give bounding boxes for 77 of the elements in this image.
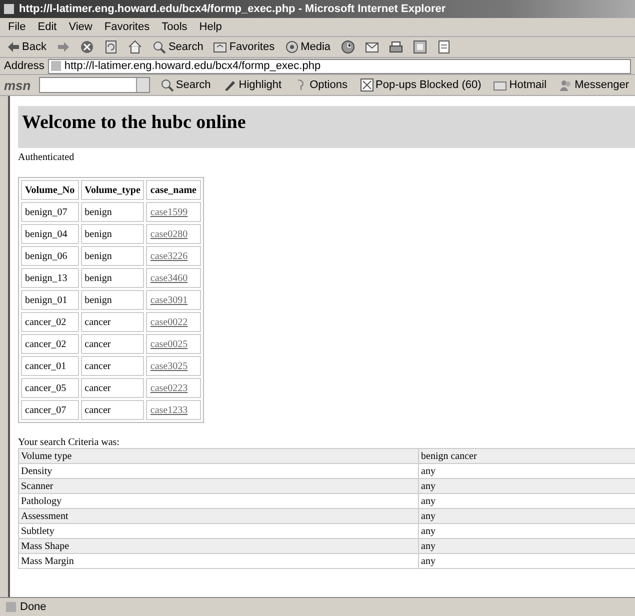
- table-cell: benign_04: [21, 224, 79, 244]
- criteria-value: any: [418, 478, 635, 494]
- status-text: Done: [20, 601, 46, 613]
- back-icon: [6, 40, 20, 54]
- menu-item[interactable]: File: [8, 21, 26, 33]
- menu-item[interactable]: Favorites: [104, 21, 150, 33]
- table-cell: cancer: [80, 334, 144, 354]
- table-cell: cancer: [80, 400, 144, 420]
- table-cell: benign: [80, 268, 144, 288]
- table-cell: cancer_02: [21, 312, 79, 332]
- table-cell: benign_07: [21, 202, 79, 222]
- msn-search-field[interactable]: [38, 77, 150, 93]
- menu-item[interactable]: Help: [199, 21, 222, 33]
- table-cell: cancer_01: [21, 356, 79, 376]
- forward-icon: [56, 40, 70, 54]
- criteria-name: Volume type: [18, 448, 418, 464]
- table-cell: benign_06: [21, 246, 79, 266]
- discuss-icon: [436, 40, 451, 54]
- column-header: Volume_type: [80, 180, 144, 200]
- options-button[interactable]: Options: [292, 78, 350, 92]
- table-cell: cancer_07: [21, 400, 79, 420]
- table-cell: cancer: [80, 378, 144, 398]
- popups-icon: [360, 78, 374, 92]
- table-cell: benign: [80, 202, 144, 222]
- search-button[interactable]: Search: [150, 40, 206, 54]
- popups-button[interactable]: Pop-ups Blocked (60): [358, 78, 484, 92]
- messenger-button[interactable]: Messenger: [556, 78, 631, 92]
- table-cell: cancer_05: [21, 378, 79, 398]
- stop-icon: [80, 40, 94, 54]
- search-button[interactable]: Search: [158, 78, 213, 92]
- favorites-button[interactable]: Favorites: [211, 40, 277, 54]
- table-cell: benign_01: [21, 290, 79, 310]
- criteria-name: Assessment: [18, 508, 418, 524]
- column-header: Volume_No: [21, 180, 79, 200]
- address-field[interactable]: http://l-latimer.eng.howard.edu/bcx4/formp_exec.php: [48, 58, 631, 74]
- print-icon: [388, 40, 403, 54]
- page-icon: [6, 602, 16, 612]
- messenger-icon: [558, 78, 573, 92]
- edit-icon: [412, 40, 427, 54]
- hotmail-button[interactable]: Hotmail: [491, 78, 549, 92]
- page-heading: Welcome to the hubc online: [22, 112, 246, 134]
- home-icon: [128, 40, 142, 54]
- window-title: http://l-latimer.eng.howard.edu/bcx4/formp_exec.php - Microsoft Internet Explorer: [19, 3, 446, 15]
- table-cell: benign: [80, 290, 144, 310]
- table-cell: cancer_02: [21, 334, 79, 354]
- back-button[interactable]: Back: [4, 40, 48, 54]
- refresh-icon: [104, 40, 118, 54]
- history-icon: [340, 40, 355, 54]
- favorites-icon: [213, 40, 228, 54]
- criteria-name: Scanner: [18, 478, 418, 494]
- criteria-name: Mass Shape: [18, 538, 418, 554]
- criteria-value: benign cancer: [418, 448, 635, 464]
- criteria-value: any: [418, 538, 635, 554]
- media-icon: [284, 40, 299, 54]
- table-cell: benign: [80, 246, 144, 266]
- column-header: case_name: [146, 180, 200, 200]
- address-label: Address: [4, 60, 44, 72]
- mail-icon: [364, 40, 379, 54]
- criteria-value: any: [418, 508, 635, 524]
- search-icon: [152, 40, 166, 54]
- criteria-name: Mass Margin: [18, 554, 418, 568]
- table-cell: cancer: [80, 312, 144, 332]
- highlight-icon: [222, 78, 237, 92]
- menu-item[interactable]: View: [68, 21, 92, 33]
- menu-item[interactable]: Tools: [162, 21, 188, 33]
- table-cell: benign: [80, 224, 144, 244]
- highlight-button[interactable]: Highlight: [220, 78, 284, 92]
- search-icon: [160, 78, 174, 92]
- menu-item[interactable]: Edit: [38, 21, 57, 33]
- page-icon: [51, 61, 62, 71]
- auth-status: Authenticated: [18, 152, 76, 163]
- browser-icon: [3, 3, 15, 15]
- criteria-title: Your search Criteria was:: [18, 437, 120, 448]
- table-cell: benign_13: [21, 268, 79, 288]
- table-cell: cancer: [80, 356, 144, 376]
- msn-logo: msn: [4, 78, 31, 92]
- media-button[interactable]: Media: [282, 40, 333, 54]
